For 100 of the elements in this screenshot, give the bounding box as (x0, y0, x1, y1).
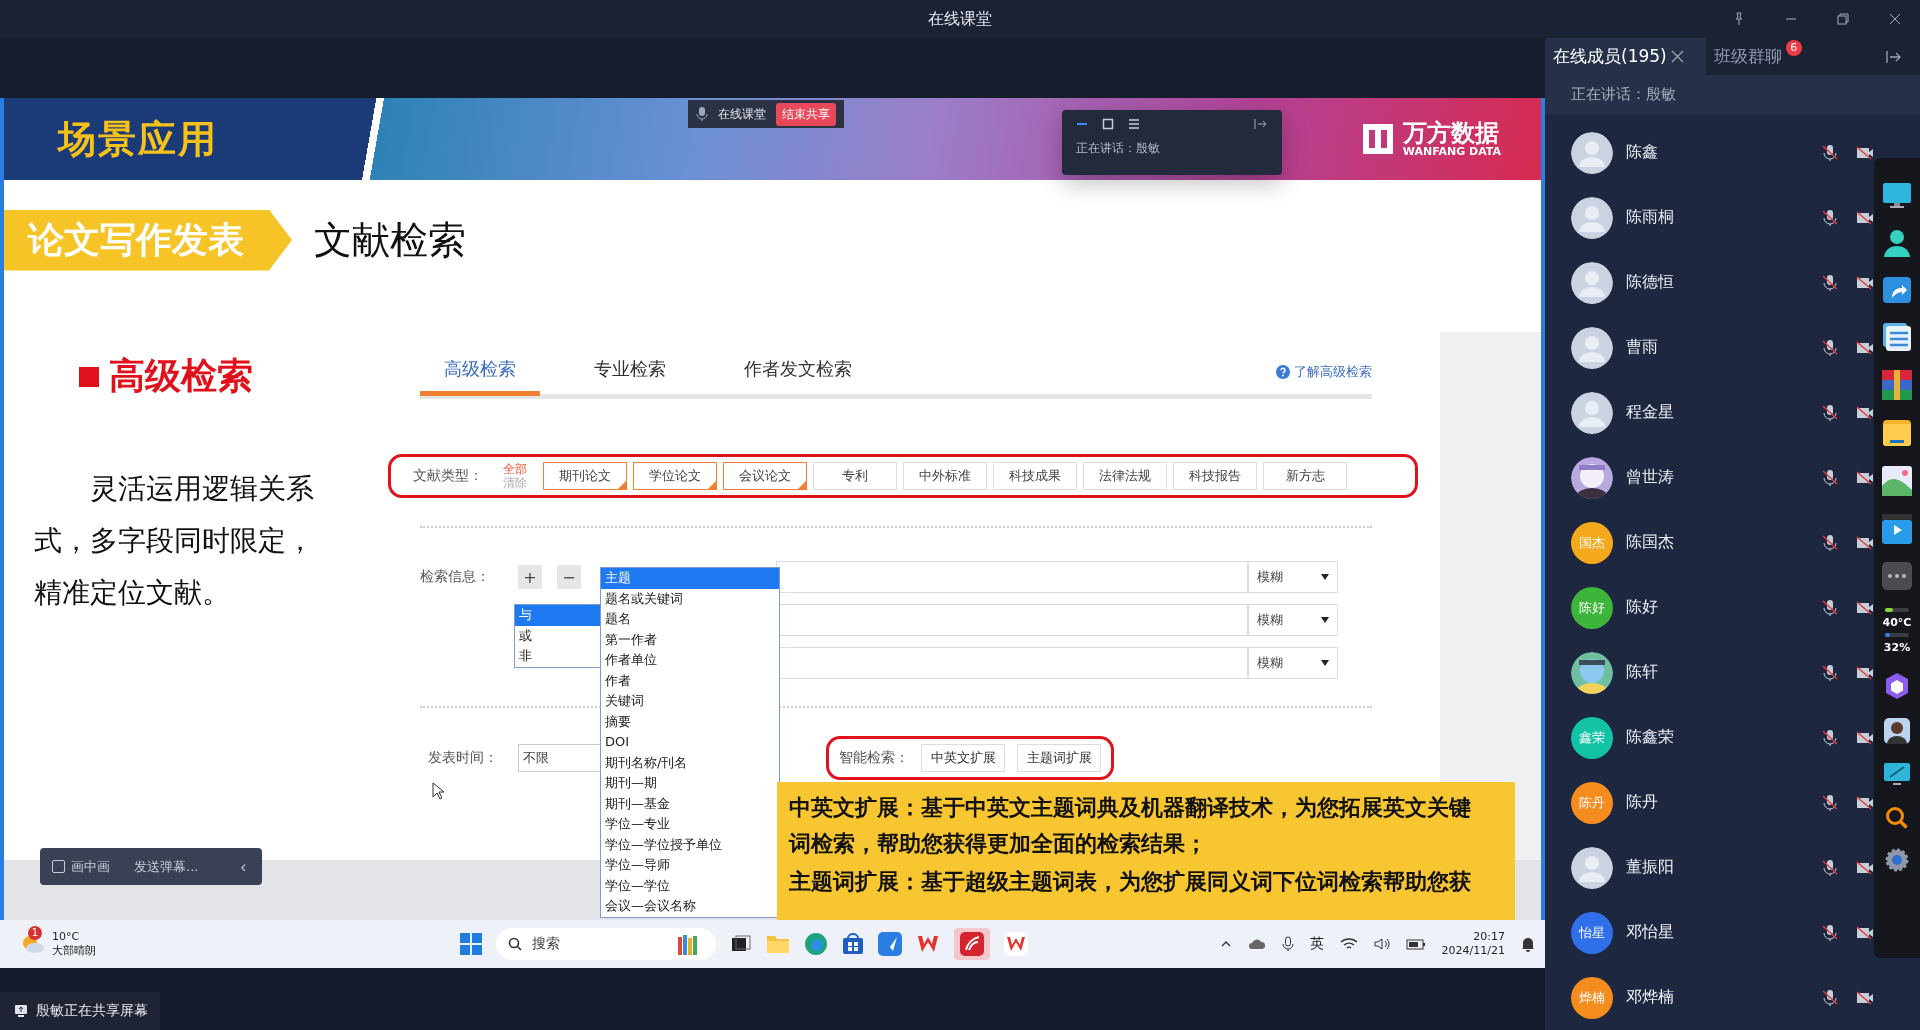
microphone-muted-icon[interactable] (1822, 208, 1838, 227)
dropdown-option[interactable]: 学位—学位授予单位 (601, 834, 779, 855)
search-tab[interactable]: 作者发文检索 (720, 335, 876, 396)
shortcut-icon[interactable] (1882, 276, 1912, 304)
danmaku-input[interactable]: 发送弹幕... (134, 857, 199, 876)
speaker-icon[interactable] (1373, 937, 1390, 951)
dropdown-option[interactable]: 期刊—期 (601, 773, 779, 794)
person-icon[interactable] (1882, 228, 1912, 258)
microphone-muted-icon[interactable] (1822, 338, 1838, 357)
microphone-muted-icon[interactable] (1822, 143, 1838, 162)
taskbar-search-field[interactable]: 搜索 (496, 928, 716, 960)
microphone-muted-icon[interactable] (1822, 468, 1838, 487)
camera-off-icon[interactable] (1856, 925, 1874, 940)
doc-type-toggle[interactable]: 科技成果 (993, 462, 1077, 490)
search-tab[interactable]: 高级检索 (420, 335, 540, 396)
match-select[interactable]: 模糊 (1248, 647, 1338, 679)
close-icon[interactable] (1670, 50, 1684, 63)
camera-off-icon[interactable] (1856, 405, 1874, 420)
dropdown-option[interactable]: 学位—专业 (601, 814, 779, 835)
camera-off-icon[interactable] (1856, 470, 1874, 485)
restore-icon[interactable] (1836, 12, 1850, 26)
battery-icon[interactable] (1405, 938, 1426, 950)
settings-icon[interactable] (1885, 848, 1909, 872)
document-list-icon[interactable] (1882, 322, 1912, 352)
archive-icon[interactable] (1882, 370, 1912, 400)
doc-type-toggle[interactable]: 中外标准 (903, 462, 987, 490)
microphone-muted-icon[interactable] (1822, 988, 1838, 1007)
smart-search-button[interactable]: 中英文扩展 (921, 744, 1005, 772)
search-tab[interactable]: 专业检索 (570, 335, 690, 396)
bell-icon[interactable] (1521, 936, 1535, 952)
match-select[interactable]: 模糊 (1248, 604, 1338, 636)
select-all-link[interactable]: 全部 (503, 462, 527, 476)
stop-sharing-button[interactable]: 结束共享 (776, 102, 836, 126)
dropdown-option[interactable]: 学位—学位 (601, 875, 779, 896)
cloud-icon[interactable] (1247, 938, 1266, 950)
search-icon[interactable] (1885, 806, 1909, 830)
app-icon[interactable] (960, 932, 984, 956)
clock-time[interactable]: 20:17 (1473, 930, 1505, 944)
doc-type-toggle[interactable]: 法律法规 (1083, 462, 1167, 490)
dropdown-option[interactable]: 期刊名称/刊名 (601, 752, 779, 773)
monitor-slash-icon[interactable] (1883, 762, 1911, 788)
checkbox[interactable] (52, 860, 65, 873)
input-method-indicator[interactable]: 英 (1309, 935, 1324, 953)
dropdown-option[interactable]: 主题 (601, 568, 779, 589)
folder-icon[interactable] (1882, 418, 1912, 448)
dropdown-option[interactable]: 作者 (601, 670, 779, 691)
dropdown-option[interactable]: 学位—导师 (601, 855, 779, 876)
smart-search-button[interactable]: 主题词扩展 (1017, 744, 1101, 772)
dropdown-option[interactable]: 摘要 (601, 711, 779, 732)
camera-off-icon[interactable] (1856, 275, 1874, 290)
collapse-panel-icon[interactable] (1886, 49, 1902, 64)
microphone-muted-icon[interactable] (1822, 403, 1838, 422)
browser-icon[interactable] (804, 932, 828, 956)
dropdown-option[interactable]: 关键词 (601, 691, 779, 712)
dropdown-option[interactable]: DOI (601, 732, 779, 753)
doc-type-toggle[interactable]: 专利 (813, 462, 897, 490)
dropdown-option[interactable]: 第一作者 (601, 629, 779, 650)
microphone-icon[interactable] (696, 106, 708, 122)
hexagon-icon[interactable] (1884, 672, 1910, 700)
w-letter-icon[interactable] (1004, 932, 1028, 956)
dropdown-option[interactable]: 会议—会议名称 (601, 896, 779, 917)
camera-off-icon[interactable] (1856, 145, 1874, 160)
microphone-muted-icon[interactable] (1822, 533, 1838, 552)
camera-off-icon[interactable] (1856, 730, 1874, 745)
remove-row-button[interactable]: − (557, 565, 581, 589)
camera-off-icon[interactable] (1856, 795, 1874, 810)
dropdown-option[interactable]: 或 (515, 625, 603, 646)
help-link[interactable]: 了解高级检索 (1294, 363, 1372, 381)
four-squares-icon[interactable] (460, 933, 482, 955)
camera-off-icon[interactable] (1856, 860, 1874, 875)
dropdown-option[interactable]: 非 (515, 646, 603, 667)
dropdown-option[interactable]: 与 (515, 605, 603, 626)
doc-type-toggle[interactable]: 新方志 (1263, 462, 1347, 490)
search-input-field[interactable] (776, 561, 1248, 593)
maximize-icon[interactable] (1102, 118, 1114, 130)
store-icon[interactable] (842, 933, 864, 955)
close-icon[interactable] (1888, 12, 1902, 26)
dropdown-option[interactable]: 作者单位 (601, 650, 779, 671)
collapse-button[interactable]: ‹ (236, 857, 250, 876)
microphone-muted-icon[interactable] (1822, 728, 1838, 747)
microphone-muted-icon[interactable] (1822, 663, 1838, 682)
video-play-icon[interactable] (1882, 514, 1912, 544)
doc-type-toggle[interactable]: 期刊论文 (543, 462, 627, 490)
microphone-muted-icon[interactable] (1822, 923, 1838, 942)
camera-off-icon[interactable] (1856, 600, 1874, 615)
exit-arrow-icon[interactable] (1254, 118, 1268, 130)
add-row-button[interactable]: + (518, 565, 542, 589)
dropdown-option[interactable]: 题名 (601, 609, 779, 630)
doc-type-toggle[interactable]: 学位论文 (633, 462, 717, 490)
avatar-silhouette-icon[interactable] (1884, 718, 1910, 744)
camera-off-icon[interactable] (1856, 665, 1874, 680)
camera-off-icon[interactable] (1856, 990, 1874, 1005)
microphone-muted-icon[interactable] (1822, 598, 1838, 617)
monitor-icon[interactable] (1882, 182, 1912, 210)
match-select[interactable]: 模糊 (1248, 561, 1338, 593)
camera-off-icon[interactable] (1856, 340, 1874, 355)
microphone-muted-icon[interactable] (1822, 793, 1838, 812)
menu-icon[interactable] (1128, 118, 1140, 130)
camera-off-icon[interactable] (1856, 535, 1874, 550)
more-icon[interactable] (1882, 562, 1912, 590)
